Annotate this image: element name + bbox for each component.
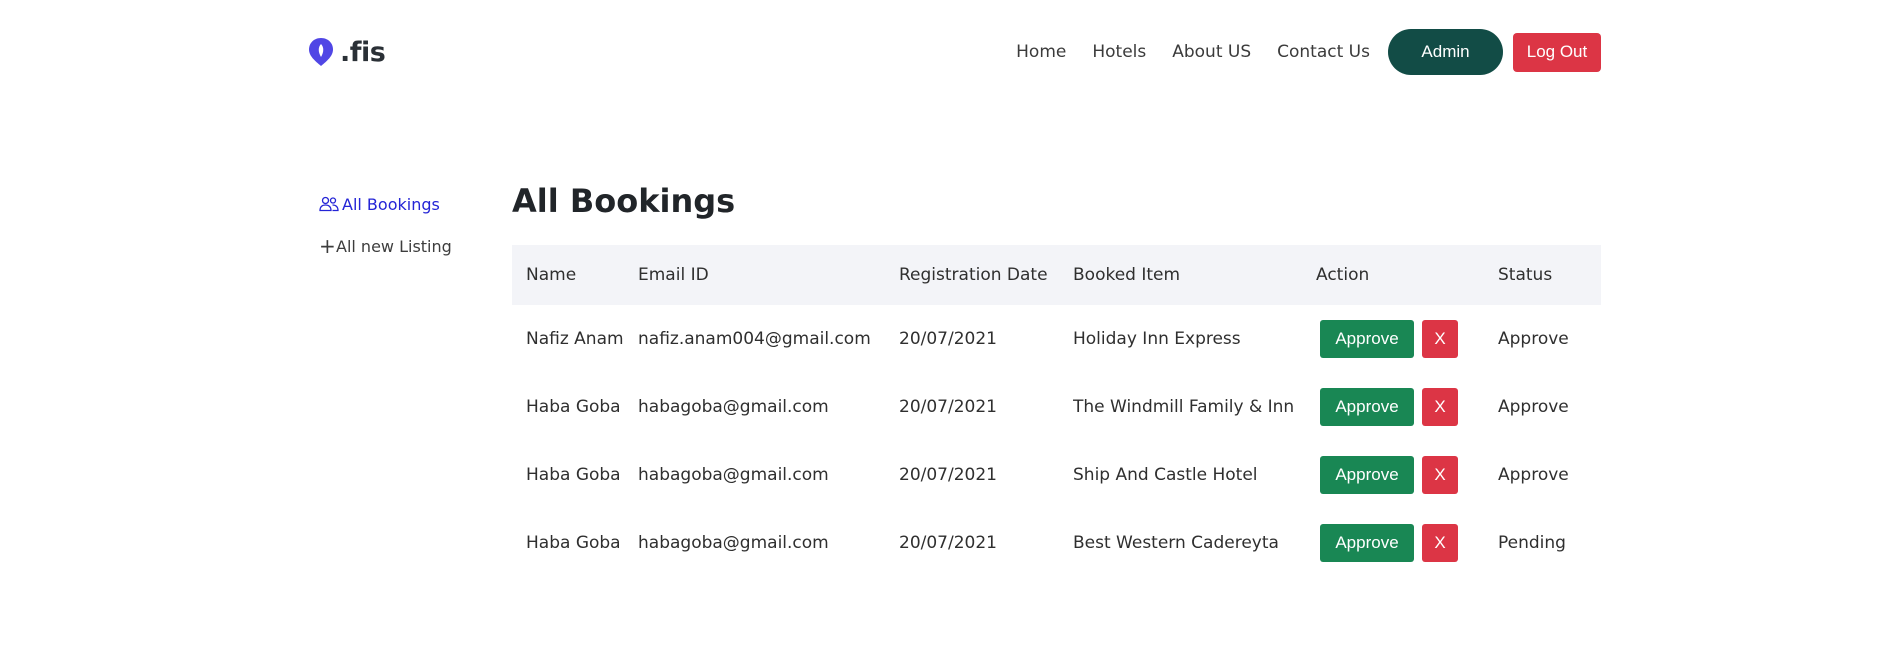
brand-logo[interactable]: .fis (307, 35, 386, 69)
admin-button[interactable]: Admin (1388, 29, 1503, 75)
column-header: Email ID (638, 265, 709, 285)
page-title: All Bookings (512, 182, 736, 220)
column-header: Booked Item (1073, 265, 1181, 285)
booking-status: Approve (1498, 465, 1569, 485)
sidebar: All Bookings + All new Listing (319, 193, 452, 277)
top-nav: Home Hotels About US Contact Us Admin Lo… (990, 29, 1601, 75)
nav-about-us[interactable]: About US (1172, 42, 1251, 62)
column-header: Registration Date (899, 265, 1048, 285)
booking-actions: Approve X (1316, 388, 1498, 426)
booking-email: habagoba@gmail.com (638, 533, 829, 553)
booking-name: Haba Goba (526, 397, 621, 417)
booking-item: Best Western Cadereyta (1073, 533, 1279, 553)
approve-button[interactable]: Approve (1320, 524, 1414, 562)
sidebar-item-label: All new Listing (336, 236, 452, 256)
booking-name: Nafiz Anam (526, 329, 624, 349)
users-icon (319, 196, 339, 212)
booking-email: nafiz.anam004@gmail.com (638, 329, 871, 349)
sidebar-item-all-bookings[interactable]: All Bookings (319, 193, 452, 215)
booking-item: Holiday Inn Express (1073, 329, 1241, 349)
booking-status: Approve (1498, 397, 1569, 417)
map-pin-icon (309, 38, 333, 66)
booking-email: habagoba@gmail.com (638, 465, 829, 485)
column-header: Action (1316, 265, 1370, 285)
reject-button[interactable]: X (1422, 456, 1458, 494)
column-header: Status (1498, 265, 1553, 285)
bookings-table: Name Email ID Registration Date Booked I… (512, 245, 1601, 577)
logout-button[interactable]: Log Out (1513, 32, 1601, 72)
reject-button[interactable]: X (1422, 388, 1458, 426)
column-header: Name (526, 265, 577, 285)
brand-name: .fis (340, 36, 386, 68)
booking-status: Pending (1498, 533, 1566, 553)
booking-actions: Approve X (1316, 456, 1498, 494)
approve-button[interactable]: Approve (1320, 388, 1414, 426)
booking-actions: Approve X (1316, 524, 1498, 562)
booking-actions: Approve X (1316, 320, 1498, 358)
booking-item: The Windmill Family & Inn (1073, 397, 1295, 417)
reject-button[interactable]: X (1422, 320, 1458, 358)
table-row: Nafiz Anam nafiz.anam004@gmail.com 20/07… (512, 305, 1601, 373)
booking-date: 20/07/2021 (899, 465, 997, 485)
table-row: Haba Goba habagoba@gmail.com 20/07/2021 … (512, 373, 1601, 441)
booking-date: 20/07/2021 (899, 397, 997, 417)
nav-contact-us[interactable]: Contact Us (1277, 42, 1370, 62)
sidebar-item-all-new-listing[interactable]: + All new Listing (319, 235, 452, 257)
plus-icon: + (319, 234, 336, 258)
booking-name: Haba Goba (526, 533, 621, 553)
sidebar-item-label: All Bookings (342, 194, 440, 214)
booking-status: Approve (1498, 329, 1569, 349)
booking-name: Haba Goba (526, 465, 621, 485)
reject-button[interactable]: X (1422, 524, 1458, 562)
booking-item: Ship And Castle Hotel (1073, 465, 1258, 485)
booking-date: 20/07/2021 (899, 329, 997, 349)
booking-date: 20/07/2021 (899, 533, 997, 553)
booking-email: habagoba@gmail.com (638, 397, 829, 417)
table-row: Haba Goba habagoba@gmail.com 20/07/2021 … (512, 509, 1601, 577)
nav-hotels[interactable]: Hotels (1092, 42, 1146, 62)
approve-button[interactable]: Approve (1320, 320, 1414, 358)
table-row: Haba Goba habagoba@gmail.com 20/07/2021 … (512, 441, 1601, 509)
table-header: Name Email ID Registration Date Booked I… (512, 245, 1601, 305)
nav-home[interactable]: Home (1016, 42, 1066, 62)
approve-button[interactable]: Approve (1320, 456, 1414, 494)
